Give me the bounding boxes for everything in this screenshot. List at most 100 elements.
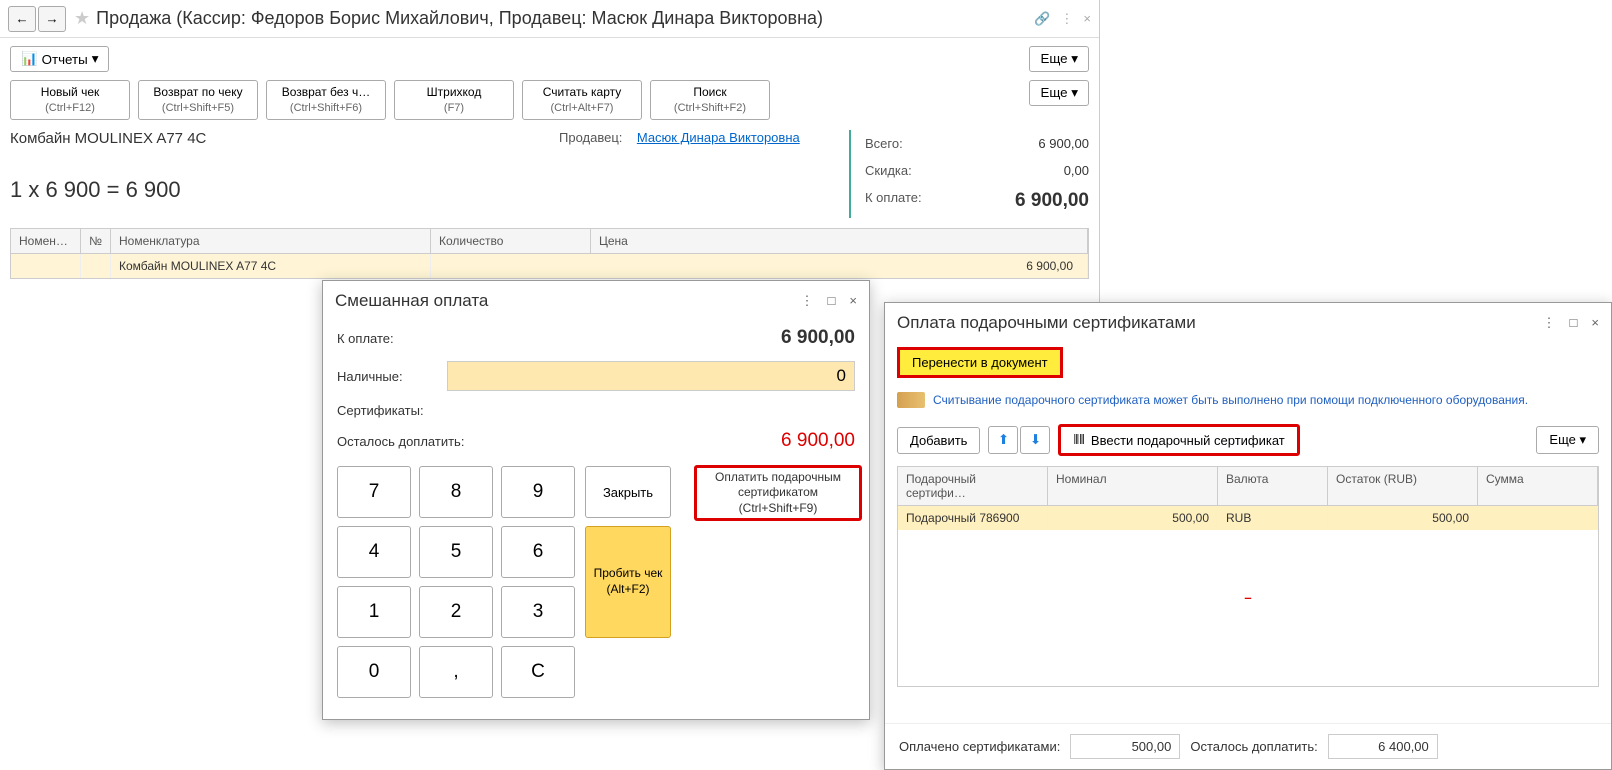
nav-forward-button[interactable]: → [38,6,66,32]
key-9[interactable]: 9 [501,466,575,518]
ctd-nominal: 500,00 [1048,506,1218,530]
ctd-currency: RUB [1218,506,1328,530]
key-6[interactable]: 6 [501,526,575,578]
total-skidka-label: Скидка: [865,163,912,178]
move-up-button[interactable]: ⬆ [988,426,1018,454]
transfer-to-document-button[interactable]: Перенести в документ [897,347,1063,378]
gift-certificate-panel: Оплата подарочными сертификатами ⋮ □ × П… [884,302,1612,770]
key-5[interactable]: 5 [419,526,493,578]
th-number: № [81,229,111,253]
cth-balance: Остаток (RUB) [1328,467,1478,505]
total-koplate-label: К оплате: [865,190,922,212]
paid-cert-label: Оплачено сертификатами: [899,739,1060,754]
reports-button[interactable]: 📊 Отчеты ▾ [10,46,109,72]
total-vsego-value: 6 900,00 [1038,136,1089,151]
mp-more-icon[interactable]: ⋮ [801,293,814,309]
enter-certificate-button[interactable]: ⦀⦀ Ввести подарочный сертификат [1058,424,1299,456]
reports-label: Отчеты [42,52,88,67]
cp-toolbar: Добавить ⬆ ⬇ ⦀⦀ Ввести подарочный сертиф… [885,418,1611,462]
key-7[interactable]: 7 [337,466,411,518]
mp-remain-value: 6 900,00 [517,430,855,452]
mp-title-bar: Смешанная оплата ⋮ □ × [323,281,869,321]
paid-cert-value: 500,00 [1070,734,1180,759]
cert-table: Подарочный сертифи… Номинал Валюта Остат… [897,466,1599,687]
more-button-2[interactable]: Еще ▾ [1029,80,1089,106]
seller-link[interactable]: Масюк Динара Викторовна [637,130,800,145]
page-title: Продажа (Кассир: Федоров Борис Михайлови… [96,8,1034,29]
add-button[interactable]: Добавить [897,427,980,454]
calc-line: 1 x 6 900 = 6 900 [10,177,549,203]
barcode-icon: ⦀⦀ [1073,432,1084,448]
barcode-shortcut: (F7) [407,101,501,115]
more-label-2: Еще [1040,85,1067,100]
remain-pay-label: Осталось доплатить: [1190,739,1317,754]
move-down-button[interactable]: ⬇ [1020,426,1050,454]
mp-remain-label: Осталось доплатить: [337,434,517,449]
new-check-label: Новый чек [23,85,117,101]
total-koplate-value: 6 900,00 [1015,190,1089,212]
new-check-shortcut: (Ctrl+F12) [23,101,117,115]
star-icon[interactable]: ★ [74,8,90,29]
key-clear[interactable]: C [501,646,575,698]
cp-more-label: Еще [1549,432,1575,447]
return-no-check-button[interactable]: Возврат без ч… (Ctrl+Shift+F6) [266,80,386,120]
cp-more-icon[interactable]: ⋮ [1543,315,1556,331]
info-banner: Считывание подарочного сертификата может… [897,388,1599,412]
cert-table-body: Подарочный 786900 500,00 RUB 500,00 – [898,506,1598,686]
cp-title: Оплата подарочными сертификатами [897,313,1543,333]
red-dash-marker: – [898,530,1598,605]
read-card-label: Считать карту [535,85,629,101]
mp-cash-label: Наличные: [337,369,447,384]
arrow-up-icon: ⬆ [998,432,1009,448]
cp-more-button[interactable]: Еще ▾ [1536,426,1599,454]
table-row[interactable]: Комбайн MOULINEX A77 4C 6 900,00 [10,254,1089,279]
enter-cert-label: Ввести подарочный сертификат [1091,433,1285,448]
pay-with-certificate-button[interactable]: Оплатить подарочным сертификатом (Ctrl+S… [694,465,862,521]
mp-koplate-label: К оплате: [337,331,447,346]
cth-nominal: Номинал [1048,467,1218,505]
action-buttons: Новый чек (Ctrl+F12) Возврат по чеку (Ct… [0,80,1099,120]
mp-maximize-icon[interactable]: □ [828,293,836,309]
info-banner-text: Считывание подарочного сертификата может… [933,393,1528,407]
close-icon[interactable]: × [1083,11,1091,27]
cp-close-icon[interactable]: × [1591,315,1599,331]
title-icons: 🔗 ⋮ × [1034,11,1091,27]
info-left: Комбайн MOULINEX A77 4C 1 x 6 900 = 6 90… [10,130,549,218]
ctd-sum [1478,506,1598,530]
chevron-down-icon: ▾ [92,51,99,67]
close-button[interactable]: Закрыть [585,466,671,518]
key-8[interactable]: 8 [419,466,493,518]
receipt-label: Пробить чек [590,566,666,582]
new-check-button[interactable]: Новый чек (Ctrl+F12) [10,80,130,120]
key-3[interactable]: 3 [501,586,575,638]
key-4[interactable]: 4 [337,526,411,578]
key-comma[interactable]: , [419,646,493,698]
return-check-button[interactable]: Возврат по чеку (Ctrl+Shift+F5) [138,80,258,120]
link-icon[interactable]: 🔗 [1034,11,1050,27]
read-card-button[interactable]: Считать карту (Ctrl+Alt+F7) [522,80,642,120]
cth-currency: Валюта [1218,467,1328,505]
th-nomen-short: Номен… [11,229,81,253]
more-button[interactable]: Еще ▾ [1029,46,1089,72]
barcode-button[interactable]: Штрихкод (F7) [394,80,514,120]
mp-close-icon[interactable]: × [849,293,857,309]
key-2[interactable]: 2 [419,586,493,638]
search-button[interactable]: Поиск (Ctrl+Shift+F2) [650,80,770,120]
key-1[interactable]: 1 [337,586,411,638]
mp-cash-input[interactable] [447,361,855,391]
arrow-down-icon: ⬇ [1030,432,1041,448]
more-icon[interactable]: ⋮ [1060,11,1073,27]
cth-sum: Сумма [1478,467,1598,505]
cert-table-row[interactable]: Подарочный 786900 500,00 RUB 500,00 [898,506,1598,530]
cp-footer: Оплачено сертификатами: 500,00 Осталось … [885,723,1611,769]
mp-title: Смешанная оплата [335,291,801,311]
th-price: Цена [591,229,1088,253]
cp-maximize-icon[interactable]: □ [1570,315,1578,331]
nav-back-button[interactable]: ← [8,6,36,32]
key-0[interactable]: 0 [337,646,411,698]
receipt-button[interactable]: Пробить чек (Alt+F2) [585,526,671,638]
items-table-header: Номен… № Номенклатура Количество Цена [10,228,1089,254]
cp-title-bar: Оплата подарочными сертификатами ⋮ □ × [885,303,1611,343]
receipt-shortcut: (Alt+F2) [590,582,666,598]
th-quantity: Количество [431,229,591,253]
